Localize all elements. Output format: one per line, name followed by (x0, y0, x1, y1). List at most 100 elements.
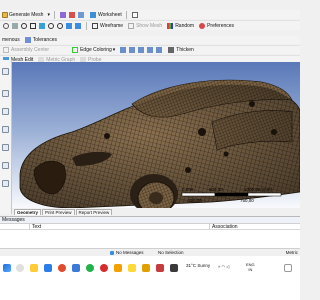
assembly-center-icon (3, 47, 9, 53)
random-colors-icon (167, 22, 174, 29)
wireframe-button[interactable]: Wireframe (89, 21, 125, 30)
mesh-cluster (271, 129, 277, 135)
edge-coloring-label: Edge Coloring (80, 47, 112, 53)
edge-tool-icon-4 (147, 47, 154, 53)
tolerances-button[interactable]: Tolerances (22, 36, 59, 44)
show-mesh-button[interactable]: Show Mesh (125, 21, 164, 30)
messages-col-association[interactable]: Association (210, 224, 300, 230)
table-icon (77, 11, 84, 18)
messages-title: Messages (0, 217, 300, 224)
window-icon-button[interactable] (129, 10, 141, 19)
media-icon[interactable] (100, 264, 108, 272)
edge-coloring-button[interactable]: Edge Coloring ▾ (69, 46, 117, 54)
tree-node-icon[interactable] (2, 162, 9, 169)
wifi-icon: ◠ (221, 264, 225, 269)
status-messages[interactable]: No Messages (116, 250, 158, 255)
chart-icon (59, 11, 66, 18)
whatsapp-icon[interactable] (86, 264, 94, 272)
view-tabs: Geometry Print Preview Report Preview (12, 208, 300, 215)
tree-node-icon[interactable] (2, 126, 9, 133)
weather-temp: 31°C (186, 263, 197, 268)
message-icon (110, 250, 114, 255)
weather-widget[interactable]: 31°C Sunny (186, 263, 210, 268)
taskbar: 31°C Sunny ˄ ◠ ◁ ENG IN (0, 256, 300, 300)
scale-label-end: 1000,00 (mm) (244, 187, 273, 192)
separator (86, 21, 87, 30)
lang-region: IN (248, 266, 253, 272)
toolbar-icon-group-1[interactable] (57, 10, 87, 19)
window-icon (131, 11, 138, 18)
tab-geometry[interactable]: Geometry (14, 209, 42, 215)
view-tools-group[interactable] (0, 21, 84, 30)
tree-node-icon[interactable] (2, 180, 9, 187)
thicken-label: Thicken (176, 47, 194, 53)
language-indicator[interactable]: ENG IN (246, 262, 255, 272)
app-icon-3[interactable] (156, 264, 164, 272)
edge-browser-icon[interactable] (44, 264, 52, 272)
toolbar-row-3: menous Tolerances (0, 36, 300, 44)
next-view-icon (75, 22, 81, 29)
worksheet-label: Worksheet (97, 11, 122, 18)
thicken-icon (168, 47, 175, 53)
status-bar: No Messages No Selection Metric (0, 248, 300, 256)
app-icon-1[interactable] (114, 264, 122, 272)
messages-col-text[interactable]: Text (30, 224, 210, 230)
assembly-center-button[interactable]: Assembly Center (0, 46, 51, 54)
chevron-down-icon: ▾ (112, 47, 116, 53)
messages-header-row: Text Association (0, 224, 300, 230)
worksheet-icon (89, 11, 96, 18)
graphics-viewport[interactable]: 0,000 500,00 1000,00 (mm) 250,00 750,00 (12, 62, 300, 214)
wireframe-icon (92, 22, 98, 29)
dropdown-icon-1[interactable]: ▾ (45, 10, 52, 19)
tab-print-preview[interactable]: Print Preview (42, 209, 75, 215)
tab-report-preview[interactable]: Report Preview (75, 209, 113, 215)
toolbar-row-4: Assembly Center Edge Coloring ▾ Thicken (0, 45, 300, 54)
generate-mesh-button[interactable]: Generate Mesh (0, 10, 45, 19)
chrome-icon[interactable] (58, 264, 66, 272)
show-desktop-icon[interactable] (284, 264, 292, 272)
assembly-center-label: Assembly Center (11, 47, 50, 53)
preferences-icon (199, 22, 206, 29)
random-colors-button[interactable]: Random (164, 21, 196, 30)
zoom-out-icon (57, 22, 63, 29)
worksheet-button[interactable]: Worksheet (87, 10, 124, 19)
preferences-button[interactable]: Preferences (196, 21, 236, 30)
ansys-workbench-icon[interactable] (128, 264, 136, 272)
body-menu-fragment[interactable]: menous (0, 36, 22, 44)
app-icon-4[interactable] (170, 264, 178, 272)
status-units[interactable]: Metric (210, 250, 300, 255)
flag-icon (68, 11, 75, 18)
edge-tool-icon-5 (156, 47, 163, 53)
magnifier-icon (48, 22, 54, 29)
fit-icon (39, 22, 45, 29)
tree-node-icon[interactable] (2, 144, 9, 151)
scale-label-three-quarter: 750,00 (240, 198, 254, 203)
tree-node-icon[interactable] (2, 90, 9, 97)
file-explorer-icon[interactable] (30, 264, 38, 272)
chevron-up-icon: ˄ (218, 264, 221, 269)
generate-mesh-label: Generate Mesh (9, 11, 44, 18)
mesh-cluster (249, 101, 255, 107)
tree-node-icon[interactable] (2, 108, 9, 115)
wheel-hub (149, 192, 163, 204)
search-icon[interactable] (16, 264, 24, 272)
separator (53, 10, 55, 19)
app-icon-2[interactable] (142, 264, 150, 272)
rotate-icon (3, 22, 9, 29)
start-icon[interactable] (3, 264, 11, 272)
mesh-cluster (223, 151, 229, 157)
zoom-box-icon (30, 22, 36, 29)
edge-coloring-icon (72, 47, 79, 53)
mesh-cluster (104, 133, 110, 139)
tray-icons[interactable]: ˄ ◠ ◁ (218, 264, 229, 269)
scale-label-start: 0,000 (182, 187, 194, 192)
thicken-button[interactable]: Thicken (165, 46, 196, 54)
tree-expand-icon[interactable] (2, 68, 9, 75)
show-mesh-icon (128, 22, 135, 29)
store-icon[interactable] (72, 264, 80, 272)
edge-tools-group[interactable] (117, 46, 165, 54)
edge-tool-icon-2 (129, 47, 136, 53)
tolerances-label: Tolerances (32, 37, 57, 43)
toolbar-row-1: Generate Mesh ▾ Worksheet (0, 10, 300, 19)
weather-desc: Sunny (197, 263, 211, 268)
